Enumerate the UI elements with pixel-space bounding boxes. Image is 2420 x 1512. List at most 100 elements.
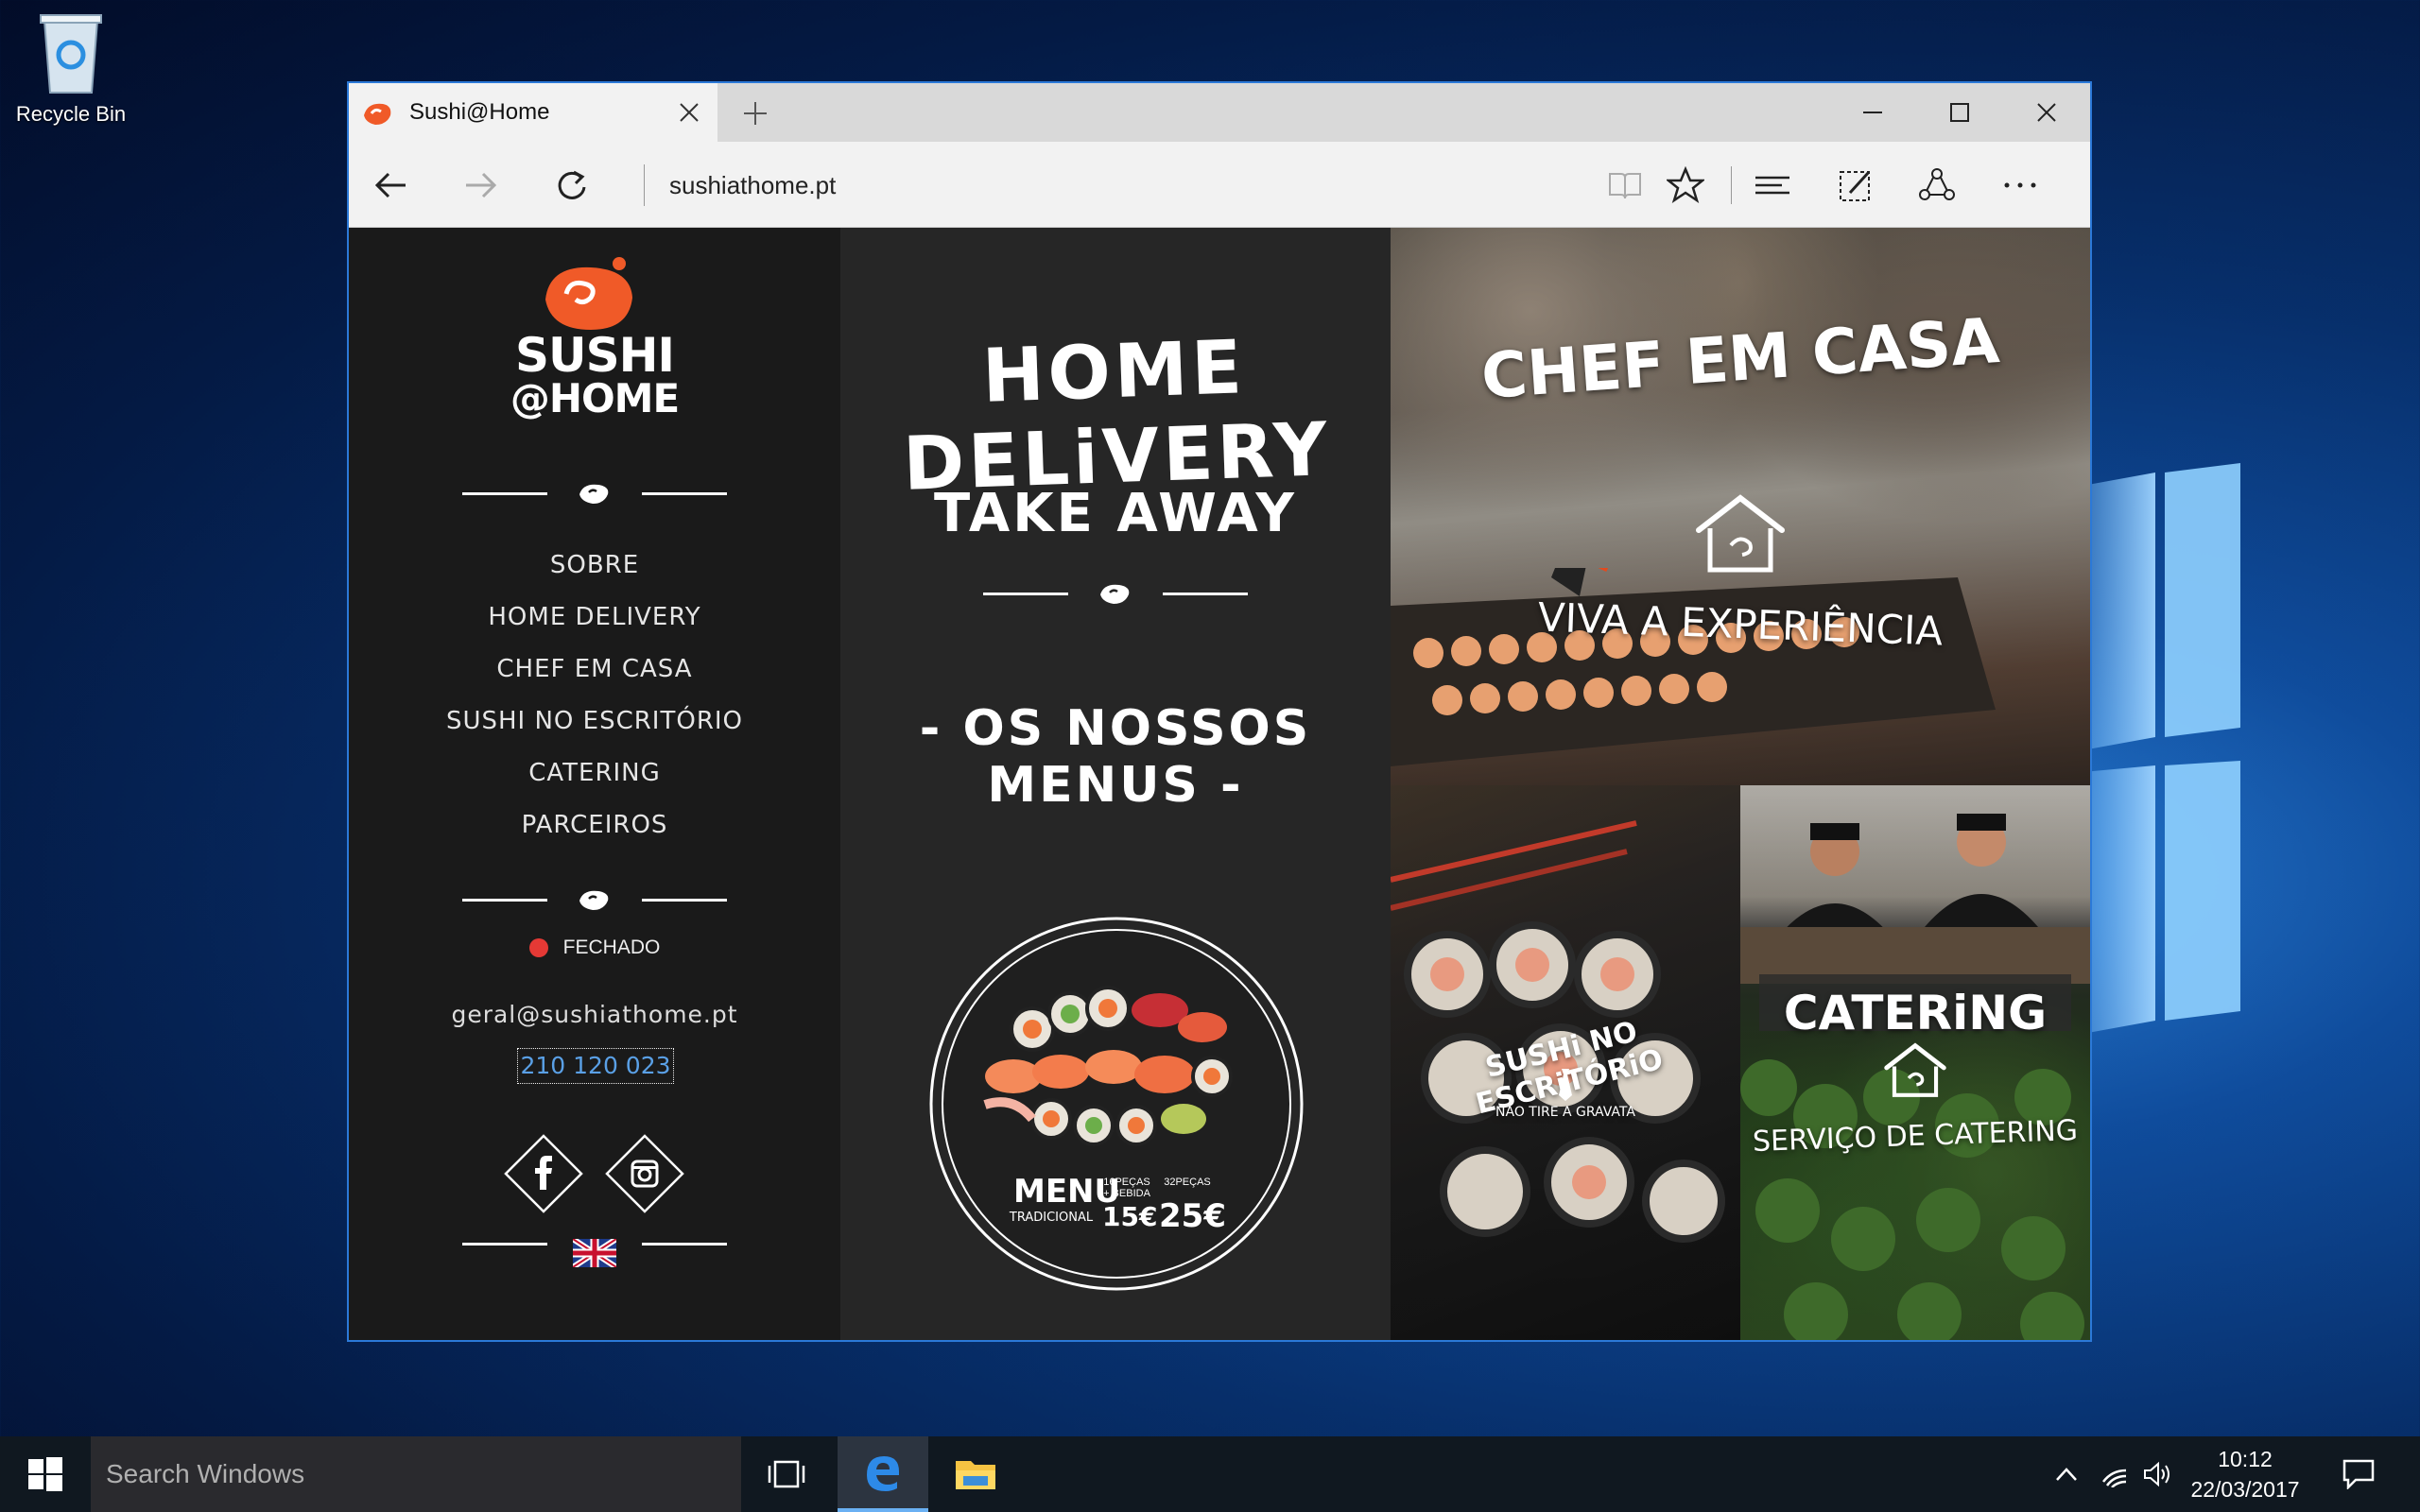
house-icon [1696,494,1785,573]
search-box[interactable]: Search Windows [91,1436,741,1512]
address-bar[interactable]: sushiathome.pt [644,164,836,206]
edge-icon [867,1456,899,1491]
share-button[interactable] [1910,159,1963,212]
nav-sushi-no-escritorio[interactable]: SUSHI NO ESCRITÓRIO [349,696,840,747]
plus-icon [744,102,767,125]
taskbar: Search Windows 10:12 22/03/2017 [0,1436,2420,1512]
clock-time: 10:12 [2218,1447,2273,1471]
forward-button[interactable] [455,159,508,212]
menu-card-subtitle: TRADICIONAL [1009,1211,1094,1225]
contact-email[interactable]: geral@sushiathome.pt [349,1001,840,1028]
task-view-button[interactable] [741,1436,832,1512]
site-logo[interactable]: SUSHI @HOME [500,256,689,421]
web-note-button[interactable] [1829,159,1882,212]
web-page-content: SUSHI @HOME SOBRE HOME DELIVERY CHEF EM … [349,228,2090,1340]
tab-sushiathome[interactable]: Sushi@Home [349,83,717,142]
catering-tile-title: CATERiNG [1783,986,2048,1040]
middle-divider [983,579,1248,608]
menu-option1-label: 16PEÇAS + BEBIDA [1103,1177,1150,1199]
sushi-no-escritorio-tile[interactable]: SUSHi NO ESCRiTÓRiO NÃO TIRE A GRAVATA [1391,785,1740,1340]
web-note-icon [1840,170,1871,201]
instagram-icon[interactable] [604,1133,685,1214]
menu-option2-price: 25€ [1159,1197,1226,1235]
maximize-button[interactable] [1916,83,2003,142]
new-tab-button[interactable] [735,93,776,134]
system-clock[interactable]: 10:12 22/03/2017 [2174,1444,2316,1504]
sushi-ornament-icon [1100,584,1130,604]
start-button[interactable] [0,1436,91,1512]
volume-button[interactable] [2138,1436,2176,1512]
sushi-favicon-icon [364,103,391,125]
edge-browser-window: Sushi@Home sushiathome.pt SUSHI @HOME SO… [347,81,2092,1342]
star-icon [1667,166,1704,203]
more-button[interactable] [1994,159,2047,212]
contact-phone[interactable]: 210 120 023 [517,1048,674,1084]
logo-line1: SUSHI [514,328,675,383]
menu-option1-price: 15€ [1102,1201,1158,1232]
office-tile-subtitle: NÃO TIRE A GRAVATA [1495,1105,1635,1120]
facebook-icon[interactable] [503,1133,584,1214]
file-explorer-button[interactable] [930,1436,1021,1512]
our-menus-heading[interactable]: - OS NOSSOS MENUS - [840,700,1391,814]
status-dot-icon [528,938,548,957]
notifications-icon [2342,1459,2375,1489]
site-sidebar: SUSHI @HOME SOBRE HOME DELIVERY CHEF EM … [349,228,840,1340]
nav-sobre[interactable]: SOBRE [349,540,840,592]
hub-icon [1755,176,1789,195]
sushi-ornament-icon [579,484,609,504]
folder-icon [956,1461,995,1489]
windows-start-icon [28,1457,62,1491]
chevron-up-icon [2056,1468,2077,1481]
close-icon [2037,103,2056,122]
minimize-icon [1863,112,1882,113]
logo-line2: @HOME [510,375,680,421]
catering-tile[interactable]: CATERiNG SERVIÇO DE CATERING [1740,785,2090,1340]
action-center-button[interactable] [2325,1436,2392,1512]
back-button[interactable] [364,159,417,212]
maximize-icon [1950,103,1969,122]
home-delivery-heading[interactable]: HOME DELiVERY [838,320,1393,509]
recycle-bin-icon [40,14,102,94]
network-button[interactable] [2091,1436,2138,1512]
status-text: FECHADO [562,936,661,958]
hub-button[interactable] [1746,159,1799,212]
close-tab-icon[interactable] [670,94,708,131]
sidebar-divider [462,885,727,914]
edge-taskbar-button[interactable] [838,1436,928,1512]
chef-tile-title: CHEF EM CASA [1478,303,2002,414]
title-bar: Sushi@Home [349,83,2090,142]
nav-chef-em-casa[interactable]: CHEF EM CASA [349,644,840,696]
english-flag-icon[interactable] [573,1239,616,1267]
take-away-heading[interactable]: TAKE AWAY [840,483,1391,544]
clock-date: 22/03/2017 [2190,1477,2300,1502]
navigation-bar: sushiathome.pt [349,142,2090,228]
menu-option2-label: 32PEÇAS [1164,1177,1211,1188]
sushi-platter-icon [929,917,1304,1291]
toolbar-separator [1731,166,1732,204]
chef-em-casa-tile[interactable]: CHEF EM CASA VIVA A EXPERIÊNCIA [1391,228,2090,785]
sushi-logo-icon [545,257,632,330]
site-nav: SOBRE HOME DELIVERY CHEF EM CASA SUSHI N… [349,540,840,851]
minimize-button[interactable] [1829,83,1916,142]
close-window-button[interactable] [2003,83,2090,142]
search-placeholder: Search Windows [106,1459,305,1488]
nav-parceiros[interactable]: PARCEIROS [349,799,840,851]
arrow-right-icon [466,172,497,198]
nav-home-delivery[interactable]: HOME DELIVERY [349,592,840,644]
menu-card-title: MENU [1013,1173,1121,1211]
tie-icon [1559,1069,1572,1101]
tab-title: Sushi@Home [409,99,550,125]
reading-view-button[interactable] [1599,159,1651,212]
show-hidden-icons-button[interactable] [2042,1436,2091,1512]
windows-logo-wallpaper [2051,463,2240,1040]
recycle-bin-label: Recycle Bin [15,102,127,126]
menu-tradicional-card[interactable]: MENU TRADICIONAL 16PEÇAS + BEBIDA 15€ 32… [928,916,1305,1292]
favorite-button[interactable] [1659,159,1712,212]
house-icon [1884,1042,1946,1097]
refresh-button[interactable] [545,159,598,212]
share-icon [1919,168,1955,200]
refresh-icon [558,170,586,199]
sushi-ornament-icon [579,890,609,910]
recycle-bin[interactable]: Recycle Bin [0,8,142,127]
nav-catering[interactable]: CATERING [349,747,840,799]
